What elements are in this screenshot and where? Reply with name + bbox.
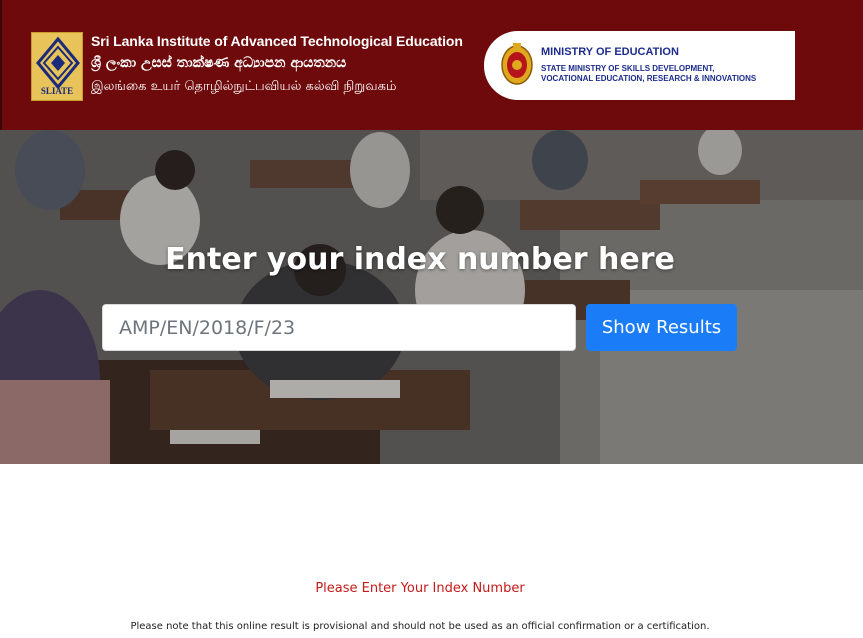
hero-overlay xyxy=(0,130,863,464)
ministry-banner: MINISTRY OF EDUCATION STATE MINISTRY OF … xyxy=(484,31,795,100)
institute-name-tamil: இலங்கை உயர் தொழில்நுட்பவியல் கல்வி நிறுவ… xyxy=(91,79,397,94)
disclaimer-text: Please note that this online result is p… xyxy=(130,621,710,632)
institute-name-sinhala: ශ්‍රී ලංකා උසස් තාක්ෂණ අධ්‍යාපන ආයතනය xyxy=(91,55,347,71)
institute-name-english: Sri Lanka Institute of Advanced Technolo… xyxy=(91,33,463,49)
ministry-subtitle: VOCATIONAL EDUCATION, RESEARCH & INNOVAT… xyxy=(541,74,757,83)
ministry-subtitle: STATE MINISTRY OF SKILLS DEVELOPMENT, xyxy=(541,64,715,73)
site-header: SLIATE Sri Lanka Institute of Advanced T… xyxy=(0,0,863,130)
sliate-logo[interactable]: SLIATE xyxy=(31,32,83,101)
index-number-input[interactable] xyxy=(102,304,576,351)
ministry-title: MINISTRY OF EDUCATION xyxy=(541,46,679,58)
error-message: Please Enter Your Index Number xyxy=(315,581,525,596)
hero-section: Enter your index number here Show Result… xyxy=(0,130,863,464)
header-edge xyxy=(0,0,2,130)
sri-lanka-emblem-icon xyxy=(501,43,533,85)
hero-heading: Enter your index number here xyxy=(165,242,675,277)
logo-text: SLIATE xyxy=(40,86,74,96)
show-results-button[interactable]: Show Results xyxy=(586,304,737,351)
